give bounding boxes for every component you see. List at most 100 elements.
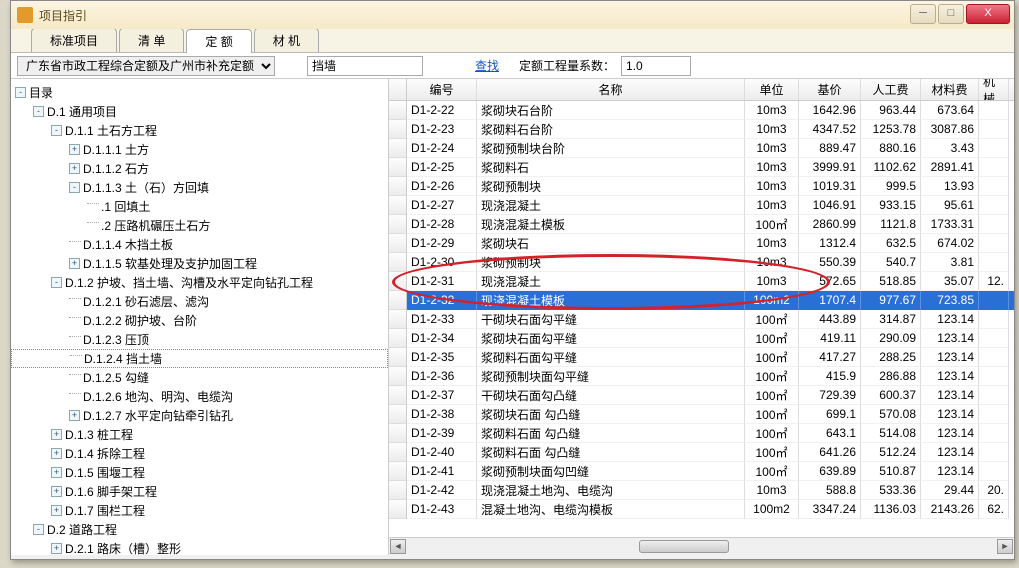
close-button[interactable]: X (966, 4, 1010, 24)
tree-item[interactable]: +D.1.1.2 石方 (11, 159, 388, 178)
table-row[interactable]: D1-2-28现浇混凝土模板100㎡2860.991121.81733.31 (389, 215, 1014, 234)
cell-dw: 10m3 (745, 234, 799, 253)
tree-item[interactable]: +D.1.4 拆除工程 (11, 444, 388, 463)
table-row[interactable]: D1-2-37干砌块石面勾凸缝100㎡729.39600.37123.14 (389, 386, 1014, 405)
scroll-thumb[interactable] (639, 540, 729, 553)
tree-item[interactable]: -D.1.2 护坡、挡土墙、沟槽及水平定向钻孔工程 (11, 273, 388, 292)
cell-cl: 723.85 (921, 291, 979, 310)
row-header (389, 120, 407, 139)
table-row[interactable]: D1-2-40浆砌料石面 勾凸缝100㎡641.26512.24123.14 (389, 443, 1014, 462)
col-mc[interactable]: 名称 (477, 79, 745, 100)
table-row[interactable]: D1-2-39浆砌料石面 勾凸缝100㎡643.1514.08123.14 (389, 424, 1014, 443)
scroll-left-icon[interactable]: ◄ (390, 539, 406, 554)
tree-item[interactable]: .1 回填土 (11, 197, 388, 216)
tree-item[interactable]: D.1.1.4 木挡土板 (11, 235, 388, 254)
table-row[interactable]: D1-2-22浆砌块石台阶10m31642.96963.44673.64 (389, 101, 1014, 120)
expand-icon[interactable]: + (51, 505, 62, 516)
table-row[interactable]: D1-2-36浆砌预制块面勾平缝100㎡415.9286.88123.14 (389, 367, 1014, 386)
tree-item[interactable]: +D.1.2.7 水平定向钻牵引钻孔 (11, 406, 388, 425)
tree-item[interactable]: +D.1.5 围堰工程 (11, 463, 388, 482)
tree-panel[interactable]: -目录-D.1 通用项目-D.1.1 土石方工程+D.1.1.1 土方+D.1.… (11, 79, 389, 555)
table-row[interactable]: D1-2-34浆砌块石面勾平缝100㎡419.11290.09123.14 (389, 329, 1014, 348)
col-cl[interactable]: 材料费 (921, 79, 979, 100)
tree-item[interactable]: D.1.2.4 挡土墙 (11, 349, 388, 368)
tree-item[interactable]: -D.2 道路工程 (11, 520, 388, 539)
expand-icon[interactable]: + (51, 429, 62, 440)
collapse-icon[interactable]: - (69, 182, 80, 193)
collapse-icon[interactable]: - (33, 524, 44, 535)
expand-icon[interactable]: + (51, 467, 62, 478)
tree-item[interactable]: +D.1.7 围栏工程 (11, 501, 388, 520)
tree-item[interactable]: +D.1.1.1 土方 (11, 140, 388, 159)
scroll-right-icon[interactable]: ► (997, 539, 1013, 554)
tree-item[interactable]: -D.1.1 土石方工程 (11, 121, 388, 140)
tree-item[interactable]: -D.1 通用项目 (11, 102, 388, 121)
tree-item[interactable]: D.1.2.6 地沟、明沟、电缆沟 (11, 387, 388, 406)
tree-item[interactable]: +D.1.1.5 软基处理及支护加固工程 (11, 254, 388, 273)
tab-标准项目[interactable]: 标准项目 (31, 28, 117, 52)
table-row[interactable]: D1-2-25浆砌料石10m33999.911102.622891.41 (389, 158, 1014, 177)
cell-jj: 1642.96 (799, 101, 861, 120)
col-bh[interactable]: 编号 (407, 79, 477, 100)
tree-item[interactable]: -目录 (11, 83, 388, 102)
search-link[interactable]: 查找 (475, 57, 499, 74)
expand-icon[interactable]: + (69, 258, 80, 269)
table-row[interactable]: D1-2-33干砌块石面勾平缝100㎡443.89314.87123.14 (389, 310, 1014, 329)
grid-header: 编号 名称 单位 基价 人工费 材料费 机械 (389, 79, 1014, 101)
tree-item[interactable]: +D.2.1 路床（槽）整形 (11, 539, 388, 555)
filter-input[interactable] (307, 56, 423, 76)
col-rg[interactable]: 人工费 (861, 79, 921, 100)
table-row[interactable]: D1-2-30浆砌预制块10m3550.39540.73.81 (389, 253, 1014, 272)
tree-item[interactable]: D.1.2.5 勾缝 (11, 368, 388, 387)
tree-item[interactable]: +D.1.6 脚手架工程 (11, 482, 388, 501)
tree-item[interactable]: .2 压路机碾压土石方 (11, 216, 388, 235)
collapse-icon[interactable]: - (51, 277, 62, 288)
collapse-icon[interactable]: - (15, 87, 26, 98)
tree-item[interactable]: D.1.2.3 压顶 (11, 330, 388, 349)
col-jj[interactable]: 基价 (799, 79, 861, 100)
table-row[interactable]: D1-2-23浆砌料石台阶10m34347.521253.783087.86 (389, 120, 1014, 139)
table-row[interactable]: D1-2-43混凝土地沟、电缆沟模板100m23347.241136.03214… (389, 500, 1014, 519)
tree-item[interactable]: +D.1.3 桩工程 (11, 425, 388, 444)
tree-label: D.1.1.2 石方 (83, 160, 149, 177)
table-row[interactable]: D1-2-24浆砌预制块台阶10m3889.47880.163.43 (389, 139, 1014, 158)
table-row[interactable]: D1-2-26浆砌预制块10m31019.31999.513.93 (389, 177, 1014, 196)
table-row[interactable]: D1-2-35浆砌料石面勾平缝100㎡417.27288.25123.14 (389, 348, 1014, 367)
tree-item[interactable]: D.1.2.2 砌护坡、台阶 (11, 311, 388, 330)
col-dw[interactable]: 单位 (745, 79, 799, 100)
grid-body[interactable]: D1-2-22浆砌块石台阶10m31642.96963.44673.64D1-2… (389, 101, 1014, 537)
tree-item[interactable]: -D.1.1.3 土（石）方回填 (11, 178, 388, 197)
expand-icon[interactable]: + (69, 163, 80, 174)
tab-清单[interactable]: 清 单 (119, 28, 184, 52)
cell-jx (979, 386, 1009, 405)
table-row[interactable]: D1-2-31现浇混凝土10m3572.65518.8535.0712. (389, 272, 1014, 291)
table-row[interactable]: D1-2-32现浇混凝土模板100m21707.4977.67723.85 (389, 291, 1014, 310)
h-scrollbar[interactable]: ◄ ► (389, 537, 1014, 555)
book-select[interactable]: 广东省市政工程综合定额及广州市补充定额(2010)(增 (17, 56, 275, 76)
maximize-button[interactable]: □ (938, 4, 964, 24)
minimize-button[interactable]: ─ (910, 4, 936, 24)
cell-cl: 673.64 (921, 101, 979, 120)
cell-cl: 123.14 (921, 348, 979, 367)
cell-rg: 570.08 (861, 405, 921, 424)
collapse-icon[interactable]: - (33, 106, 44, 117)
collapse-icon[interactable]: - (51, 125, 62, 136)
table-row[interactable]: D1-2-29浆砌块石10m31312.4632.5674.02 (389, 234, 1014, 253)
table-row[interactable]: D1-2-38浆砌块石面 勾凸缝100㎡699.1570.08123.14 (389, 405, 1014, 424)
tab-定额[interactable]: 定 额 (186, 29, 251, 53)
table-row[interactable]: D1-2-41浆砌预制块面勾凹缝100㎡639.89510.87123.14 (389, 462, 1014, 481)
expand-icon[interactable]: + (69, 410, 80, 421)
table-row[interactable]: D1-2-42现浇混凝土地沟、电缆沟10m3588.8533.3629.4420… (389, 481, 1014, 500)
expand-icon[interactable]: + (51, 486, 62, 497)
tree-item[interactable]: D.1.2.1 砂石滤层、滤沟 (11, 292, 388, 311)
cell-rg: 290.09 (861, 329, 921, 348)
coef-input[interactable] (621, 56, 691, 76)
cell-mc: 现浇混凝土 (477, 272, 745, 291)
expand-icon[interactable]: + (51, 543, 62, 554)
cell-dw: 100㎡ (745, 405, 799, 424)
expand-icon[interactable]: + (51, 448, 62, 459)
col-jx[interactable]: 机械 (979, 79, 1009, 100)
table-row[interactable]: D1-2-27现浇混凝土10m31046.91933.1595.61 (389, 196, 1014, 215)
expand-icon[interactable]: + (69, 144, 80, 155)
tab-材机[interactable]: 材 机 (254, 28, 319, 52)
